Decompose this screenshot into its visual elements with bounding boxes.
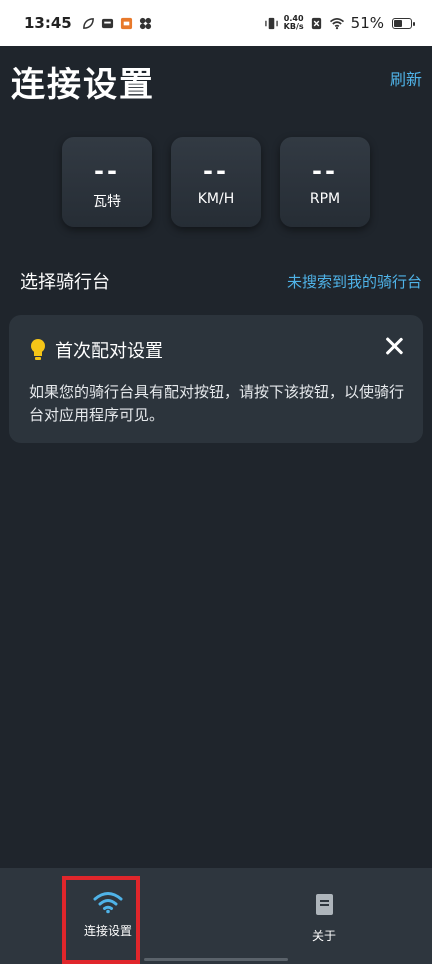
metric-value: -- [312,157,338,185]
wifi-status-icon [329,17,344,29]
status-time: 13:45 [24,14,72,32]
battery-level [394,19,402,27]
inbox-notification-icon [101,18,113,28]
app-notification-icon [120,17,132,29]
nav-item-about[interactable]: 关于 [216,868,432,964]
metric-value: -- [94,157,120,185]
fan-notification-icon [139,17,151,29]
status-bar-left: 13:45 [24,14,152,32]
pairing-card-header: 首次配对设置 [31,337,163,363]
highlight-box [62,876,140,964]
close-icon[interactable] [383,335,405,357]
nav-label-about: 关于 [311,929,336,943]
app-screen: 13:45 0.40 KB/s 51% 连接设置 刷新 -- 瓦特 -- KM/… [0,0,432,964]
metric-card-cadence: -- RPM [280,137,370,227]
pairing-card-title: 首次配对设置 [55,341,163,362]
home-indicator [144,958,288,961]
metric-card-power: -- 瓦特 [62,137,152,227]
lightbulb-icon [31,339,45,361]
metric-card-speed: -- KM/H [171,137,261,227]
status-bar: 13:45 0.40 KB/s 51% [0,0,432,46]
battery-percent: 51% [350,14,384,32]
metrics-row: -- 瓦特 -- KM/H -- RPM [62,137,370,227]
battery-icon [392,17,415,29]
document-icon [315,894,333,915]
select-trainer-label: 选择骑行台 [20,272,110,293]
leaf-notification-icon [82,17,94,29]
status-bar-right: 0.40 KB/s 51% [264,14,415,32]
pairing-card-body: 如果您的骑行台具有配对按钮，请按下该按钮，以使骑行台对应用程序可见。 [29,383,405,424]
metric-unit: KM/H [197,191,235,207]
bottom-nav: 连接设置 关于 [0,868,432,964]
pairing-setup-card: 首次配对设置 如果您的骑行台具有配对按钮，请按下该按钮，以使骑行台对应用程序可见… [9,315,423,443]
page-title: 连接设置 [11,65,155,105]
network-speed: 0.40 KB/s [284,15,304,31]
metric-unit: 瓦特 [93,194,121,210]
vibrate-icon [264,17,278,29]
no-sim-icon [311,17,321,29]
network-speed-unit: KB/s [283,22,304,31]
trainer-not-found-link[interactable]: 未搜索到我的骑行台 [287,271,422,292]
metric-value: -- [203,157,229,185]
refresh-button[interactable]: 刷新 [390,66,422,90]
metric-unit: RPM [309,191,341,207]
